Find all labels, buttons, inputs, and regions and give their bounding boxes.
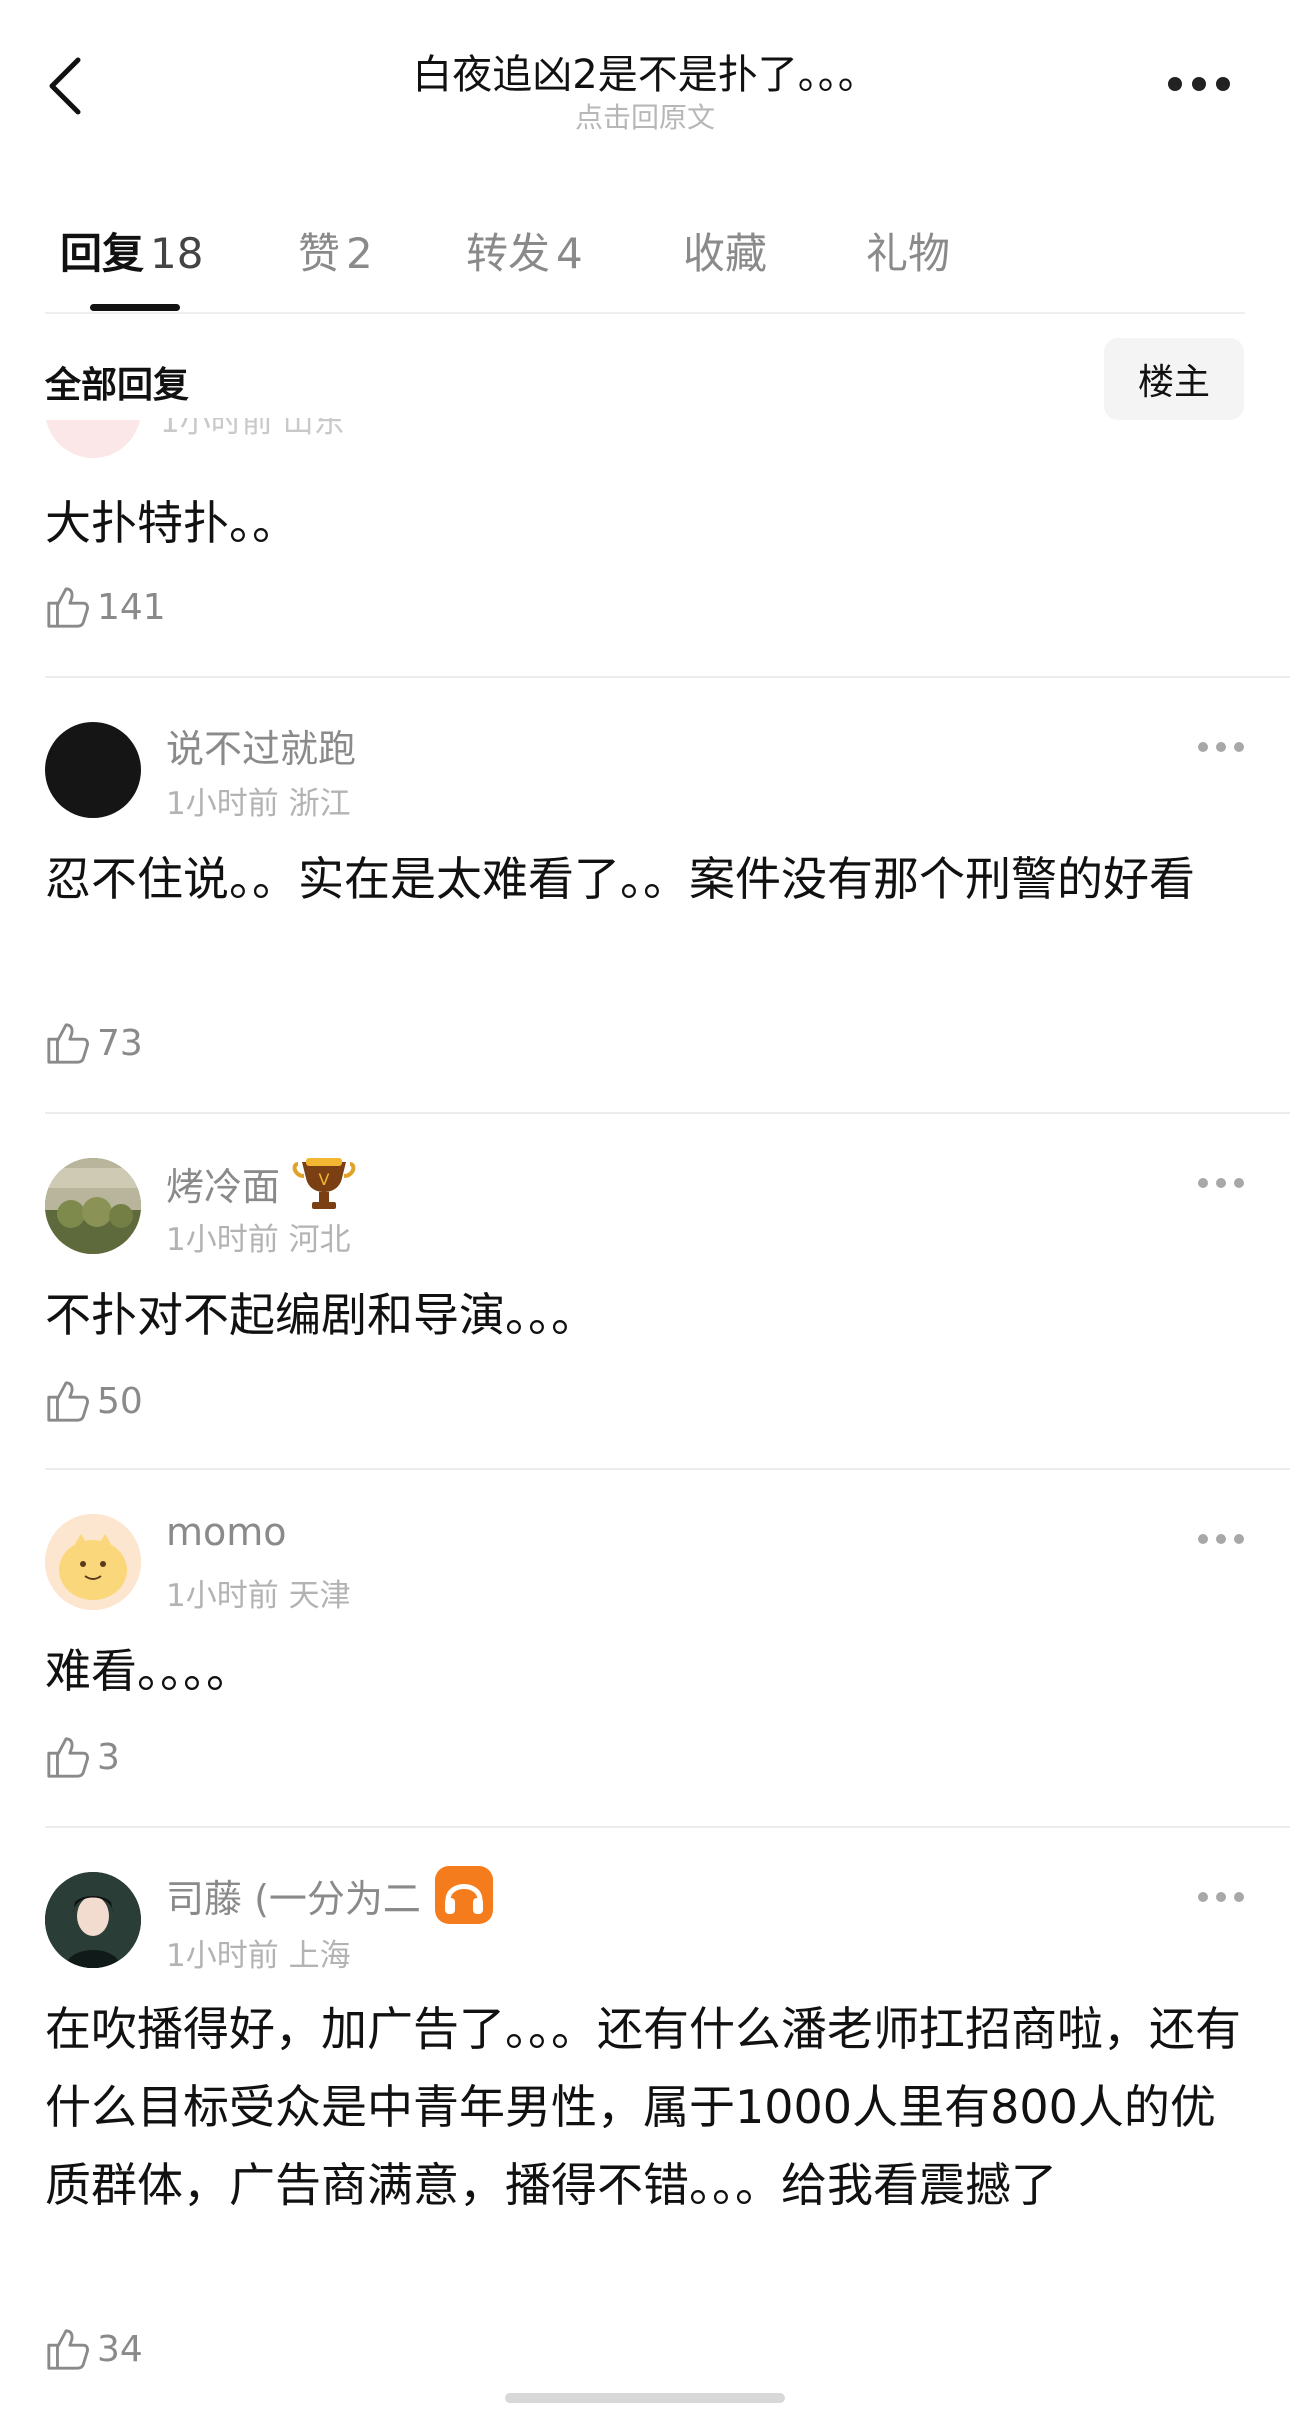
username[interactable]: 说不过就跑 [166,718,356,773]
like-button[interactable]: 73 [45,1018,143,1068]
comment-location: 河北 [288,1222,351,1258]
tab-favorites-label: 收藏 [683,229,768,278]
page-title: 白夜追凶2是不是扑了。。。 [412,52,878,98]
avatar-image [45,1514,141,1610]
headphones-badge-icon [434,1866,493,1924]
avatar[interactable] [45,420,141,460]
comment-time: 1小时前 [166,1938,279,1974]
section-title: 全部回复 [45,365,190,406]
divider [45,1468,1290,1470]
comment-more-icon[interactable] [1198,1534,1244,1546]
comment-more-icon[interactable] [1198,1892,1244,1904]
thumbs-up-icon [47,1023,89,1064]
avatar-image [45,1872,141,1968]
back-to-original-link[interactable]: 点击回原文 [200,96,1090,136]
avatar[interactable] [45,1872,141,1968]
tab-favorites[interactable]: 收藏 [683,220,767,281]
thumbs-up-icon [47,1737,89,1778]
like-button[interactable]: 34 [45,2324,143,2374]
thumbs-up-icon [47,1381,89,1422]
like-count: 141 [97,586,166,628]
like-count: 3 [97,1736,120,1778]
comment-meta: 1小时前 天津 [166,1570,351,1615]
tab-replies-label: 回复 [60,229,145,278]
avatar[interactable] [45,722,141,818]
tab-gifts[interactable]: 礼物 [866,220,950,281]
comment-location: 上海 [288,1938,351,1974]
thumbs-up-icon [47,587,89,628]
comment-content: 难看。。。。 [45,1644,252,1698]
home-indicator[interactable] [505,2393,785,2403]
tab-gifts-label: 礼物 [866,229,951,278]
username-row: 烤冷面 V [166,1154,356,1212]
thumbs-up-icon [47,2329,89,2370]
active-tab-indicator [90,304,180,311]
comment-location: 天津 [288,1578,351,1614]
like-button[interactable]: 141 [45,582,166,632]
comment-time: 1小时前 [166,1222,279,1258]
tab-reposts-count: 4 [556,229,583,278]
comment-more-icon[interactable] [1198,742,1244,754]
svg-text:V: V [319,1170,330,1189]
trophy-badge-icon: V [292,1158,356,1209]
like-button[interactable]: 3 [45,1732,120,1782]
comment-more-icon[interactable] [1198,1178,1244,1190]
tab-likes-count: 2 [346,229,373,278]
username[interactable]: momo [166,1510,287,1554]
like-count: 73 [97,1022,143,1064]
avatar[interactable] [45,1514,141,1610]
username-row: 司藤 (一分为二 [166,1866,497,1924]
more-options-icon[interactable] [1168,76,1232,94]
username[interactable]: 司藤 (一分为二 [166,1868,421,1923]
avatar-image [45,1158,141,1254]
tab-reposts-label: 转发 [466,229,551,278]
like-button[interactable]: 50 [45,1376,143,1426]
comment-location: 浙江 [288,786,351,822]
comment-time: 1小时前 [166,786,279,822]
like-count: 34 [97,2328,143,2370]
tab-replies-count: 18 [150,229,204,278]
divider [45,676,1290,678]
tab-replies[interactable]: 回复 18 [60,220,203,281]
comment-meta: 1小时前 上海 [166,1930,351,1975]
comment-content: 不扑对不起编剧和导演。。。 [45,1288,597,1342]
comment-content: 在吹播得好，加广告了。。。还有什么潘老师扛招商啦，还有什么目标受众是中青年男性，… [45,2002,1241,2212]
section-header-bar [0,314,1290,418]
comment-meta: 1小时前 河北 [166,1214,351,1259]
comment-content: 大扑特扑。。 [45,496,298,550]
comment-content: 忍不住说。。实在是太难看了。。案件没有那个刑警的好看 [45,852,1195,906]
avatar[interactable] [45,1158,141,1254]
back-arrow-icon[interactable] [48,56,82,116]
tab-likes[interactable]: 赞2 [298,220,373,281]
comment-meta: 1小时前 浙江 [166,778,351,823]
tab-likes-label: 赞 [298,229,341,278]
comment-meta: 1小时前 山东 [160,418,345,440]
like-count: 50 [97,1380,143,1422]
divider [45,1112,1290,1114]
tab-reposts[interactable]: 转发 4 [466,220,583,281]
username[interactable]: 烤冷面 [166,1156,280,1211]
comment-time: 1小时前 [166,1578,279,1614]
op-filter-button[interactable]: 楼主 [1104,338,1244,420]
divider [45,1826,1290,1828]
